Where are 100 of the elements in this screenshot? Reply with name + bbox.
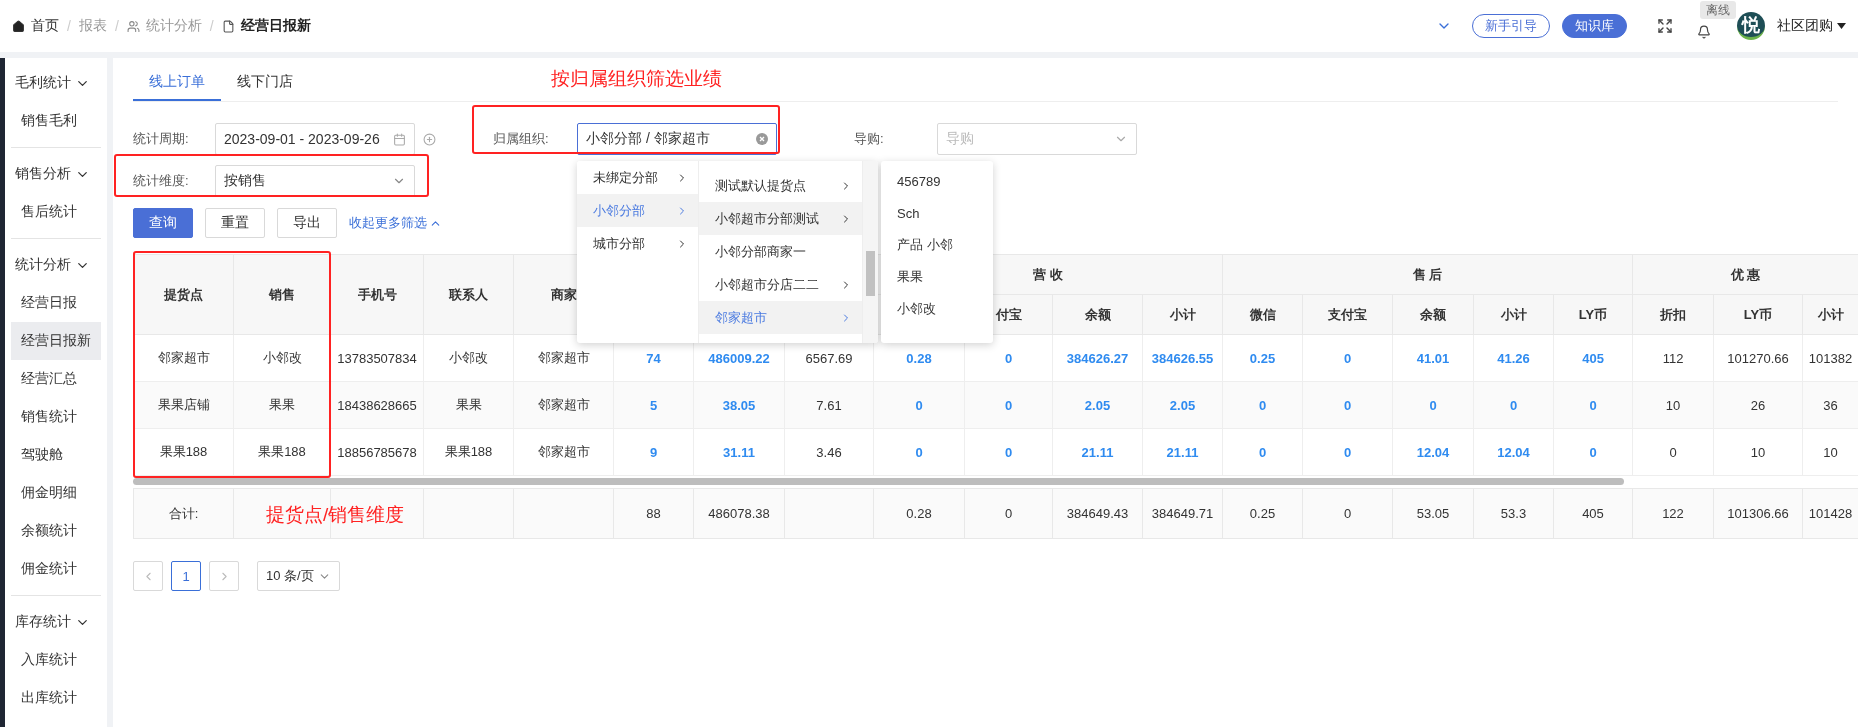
clear-icon[interactable] — [756, 133, 768, 145]
column-header: 小计 — [1802, 294, 1858, 335]
sidebar-item[interactable]: 出库统计 — [11, 679, 101, 717]
cascader-option[interactable]: 邻家超市 — [699, 301, 862, 334]
table-cell: 5 — [613, 381, 694, 429]
sidebar-item[interactable]: 售后统计 — [11, 193, 101, 231]
prev-page-button[interactable] — [133, 561, 163, 591]
column-header: 手机号 — [330, 254, 424, 335]
page-size-select[interactable]: 10 条/页 — [257, 561, 340, 591]
table-cell: 0 — [1222, 381, 1303, 429]
table-cell: 36 — [1802, 381, 1858, 429]
sidebar-group[interactable]: 销售分析 — [11, 155, 101, 193]
table-cell: 3.46 — [784, 428, 874, 476]
avatar-logo[interactable]: 悦 — [1737, 12, 1765, 40]
collapse-filters-link[interactable]: 收起更多筛选 — [349, 214, 442, 232]
page-button[interactable]: 1 — [171, 561, 201, 591]
action-button[interactable]: 导出 — [277, 208, 337, 238]
date-range-field[interactable]: 2023-09-01 - 2023-09-26 — [215, 123, 415, 155]
table-cell: 邻家超市 — [513, 428, 614, 476]
table-cell: 41.26 — [1473, 334, 1554, 382]
sidebar-item[interactable]: 佣金统计 — [11, 550, 101, 588]
table-cell: 果果店铺 — [133, 381, 234, 429]
sidebar-item[interactable]: 销售毛利 — [11, 102, 101, 140]
breadcrumb-separator: / — [114, 18, 119, 34]
table-cell: 0 — [1302, 334, 1393, 382]
column-header: 支付宝 — [1302, 294, 1393, 335]
total-cell: 合计: — [133, 488, 234, 539]
table-cell: 果果 — [233, 381, 331, 429]
total-cell: 0.25 — [1222, 488, 1303, 539]
document-icon — [221, 19, 235, 33]
table-cell: 0 — [1302, 428, 1393, 476]
account-name[interactable]: 社区团购 — [1777, 17, 1833, 35]
column-header: 小计 — [1142, 294, 1223, 335]
fullscreen-icon[interactable] — [1657, 18, 1673, 34]
table-cell: 0 — [964, 428, 1053, 476]
cascader-option[interactable]: Sch — [881, 197, 993, 229]
cascader-option[interactable]: 小邻分部 — [577, 194, 698, 227]
column-header: 余额 — [1392, 294, 1474, 335]
column-header: 微信 — [1222, 294, 1303, 335]
table-cell: 101382 — [1802, 334, 1858, 382]
sidebar-item[interactable]: 驾驶舱 — [11, 436, 101, 474]
caret-icon — [1837, 23, 1846, 29]
column-header: 余额 — [1052, 294, 1143, 335]
breadcrumb-link[interactable]: 经营日报新 — [221, 17, 311, 35]
bell-icon[interactable] — [1697, 25, 1711, 39]
tab[interactable]: 线上订单 — [133, 64, 221, 101]
sidebar-item[interactable]: 经营日报新 — [11, 322, 101, 360]
field-label: 统计维度: — [133, 172, 190, 190]
sidebar-item[interactable]: 销售统计 — [11, 398, 101, 436]
total-cell: 53.05 — [1392, 488, 1474, 539]
table-cell: 果果188 — [233, 428, 331, 476]
table-cell: 0 — [873, 428, 965, 476]
sidebar-item[interactable]: 入库统计 — [11, 641, 101, 679]
total-cell: 101428 — [1802, 488, 1858, 539]
calendar-icon — [393, 132, 406, 146]
guide-button[interactable]: 新手引导 — [1472, 14, 1550, 38]
sidebar-group[interactable]: 毛利统计 — [11, 64, 101, 102]
tab[interactable]: 线下门店 — [221, 64, 309, 101]
table-cell: 12.04 — [1473, 428, 1554, 476]
sidebar-group[interactable]: 统计分析 — [11, 246, 101, 284]
add-icon[interactable] — [423, 132, 436, 146]
scrollbar[interactable] — [863, 161, 878, 343]
dimension-select[interactable]: 按销售 — [215, 165, 415, 197]
next-page-button[interactable] — [209, 561, 239, 591]
table-cell: 10 — [1802, 428, 1858, 476]
table-cell: 0 — [1632, 428, 1714, 476]
cascader-option[interactable]: 果果 — [881, 261, 993, 293]
table-cell: 果果 — [423, 381, 514, 429]
table-cell: 112 — [1632, 334, 1714, 382]
table-cell: 12.04 — [1392, 428, 1474, 476]
table-cell: 果果188 — [133, 428, 234, 476]
column-header: 折扣 — [1632, 294, 1714, 335]
action-button[interactable]: 重置 — [205, 208, 265, 238]
cascader-option[interactable]: 456789 — [881, 165, 993, 197]
column-header: 提货点 — [133, 254, 234, 335]
horizontal-scrollbar[interactable] — [133, 478, 1624, 485]
cascader-option[interactable]: 未绑定分部 — [577, 161, 698, 194]
breadcrumb-link[interactable]: 首页 — [12, 17, 59, 35]
column-header: LY币 — [1713, 294, 1803, 335]
home-icon — [12, 19, 25, 33]
table-cell: 9 — [613, 428, 694, 476]
cascader-option[interactable]: 小邻超市分部测试 — [699, 202, 862, 235]
sidebar-group[interactable]: 库存统计 — [11, 603, 101, 641]
table-cell: 101270.66 — [1713, 334, 1803, 382]
sidebar-item[interactable]: 佣金明细 — [11, 474, 101, 512]
group-header: 优 惠 — [1632, 254, 1858, 295]
sidebar-item[interactable]: 余额统计 — [11, 512, 101, 550]
breadcrumb-separator: / — [209, 18, 214, 34]
cascader-option[interactable]: 产品 小邻 — [881, 229, 993, 261]
column-header: 联系人 — [423, 254, 514, 335]
org-select[interactable]: 小邻分部 / 邻家超市 — [577, 123, 777, 155]
knowledge-button[interactable]: 知识库 — [1562, 14, 1627, 38]
sidebar-item[interactable]: 经营汇总 — [11, 360, 101, 398]
query-button[interactable]: 查询 — [133, 208, 193, 238]
table-cell: 384626.55 — [1142, 334, 1223, 382]
table-cell: 38.05 — [693, 381, 785, 429]
cascader-option[interactable]: 小邻改 — [881, 293, 993, 325]
field-label: 统计周期: — [133, 130, 190, 148]
sidebar-item[interactable]: 经营日报 — [11, 284, 101, 322]
offline-badge: 离线 — [1700, 1, 1736, 19]
